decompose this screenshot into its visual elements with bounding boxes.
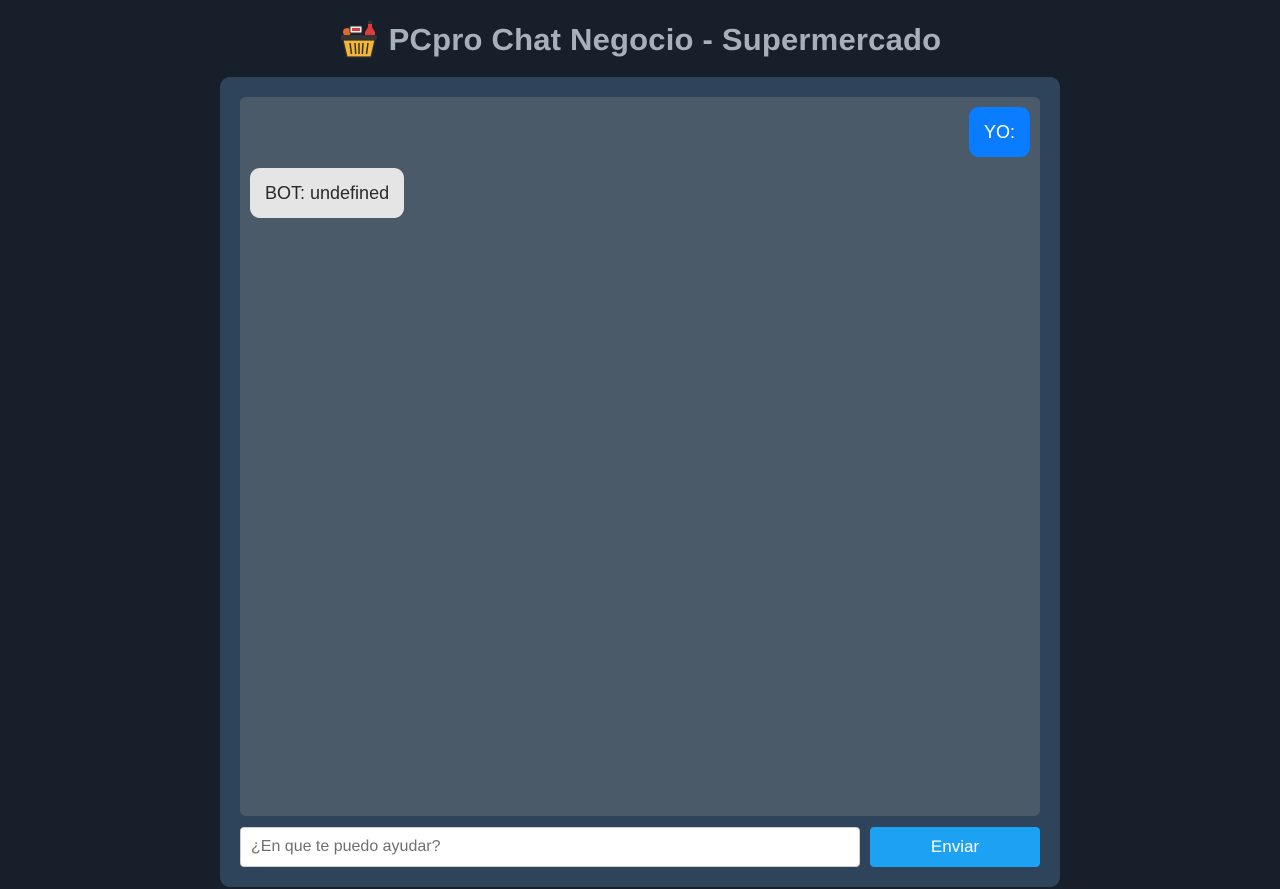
- page-header: PCpro Chat Negocio - Supermercado: [0, 18, 1280, 62]
- chat-panel: YO: BOT: undefined Enviar: [220, 77, 1060, 887]
- send-button[interactable]: Enviar: [870, 827, 1040, 867]
- composer: Enviar: [240, 827, 1040, 867]
- message-input[interactable]: [240, 827, 860, 867]
- user-message: YO:: [968, 107, 1030, 157]
- bot-message: BOT: undefined: [250, 168, 405, 218]
- chat-messages-area[interactable]: YO: BOT: undefined: [240, 97, 1040, 816]
- page-title: PCpro Chat Negocio - Supermercado: [388, 22, 942, 57]
- shopping-basket-icon: [339, 20, 379, 60]
